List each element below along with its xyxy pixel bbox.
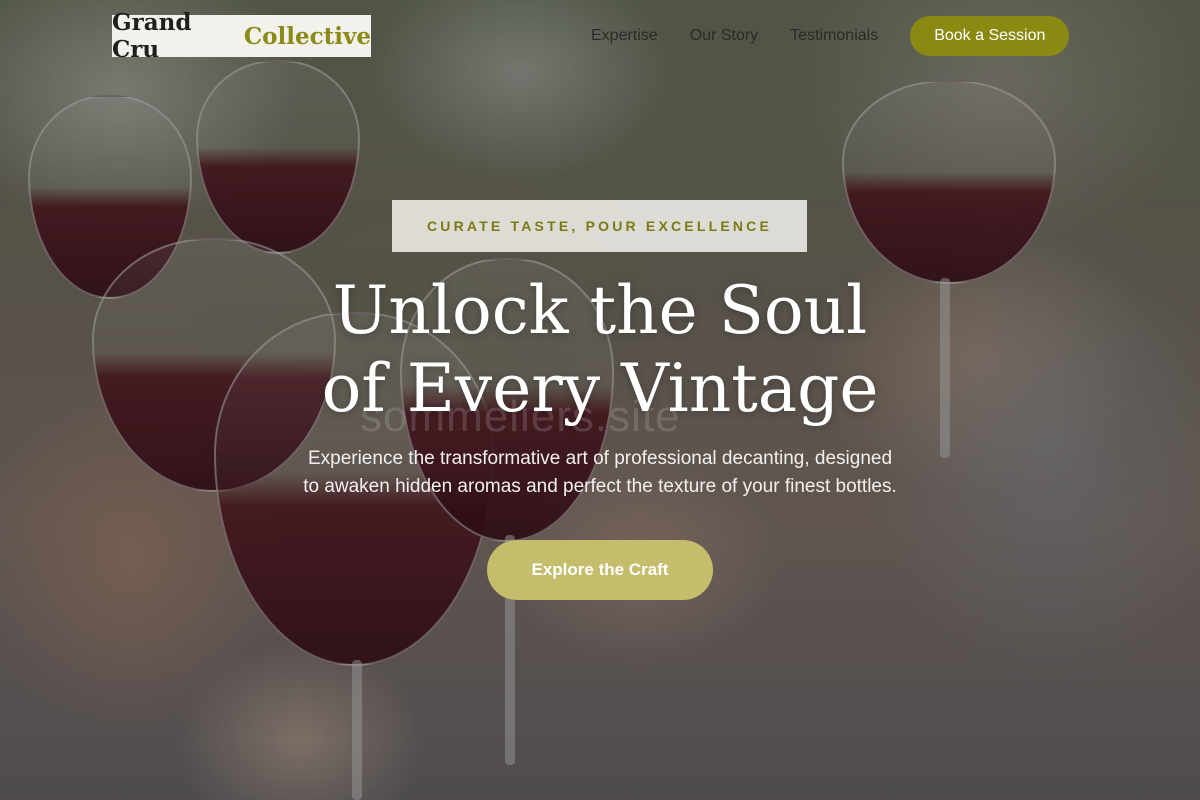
explore-craft-button[interactable]: Explore the Craft [487, 540, 713, 600]
book-session-button[interactable]: Book a Session [910, 16, 1070, 56]
brand-logo[interactable]: Grand Cru Collective [112, 9, 371, 63]
nav-link-our-story[interactable]: Our Story [690, 27, 758, 45]
hero-title-line-1: Unlock the Soul [332, 272, 868, 349]
hero-subtitle-line-2: to awaken hidden aromas and perfect the … [303, 476, 897, 497]
hero-eyebrow-badge: CURATE TASTE, POUR EXCELLENCE [392, 200, 807, 252]
nav-link-testimonials[interactable]: Testimonials [790, 27, 878, 45]
logo-text-accent: Collective [243, 22, 371, 50]
hero-subtitle: Experience the transformative art of pro… [0, 445, 1200, 501]
main-nav: Expertise Our Story Testimonials Book a … [591, 16, 1070, 56]
landing-page: Grand Cru Collective Expertise Our Story… [0, 0, 1200, 800]
logo-text-main: Grand Cru [112, 9, 192, 63]
hero-title: Unlock the Soul of Every Vintage [0, 272, 1200, 428]
hero-title-line-2: of Every Vintage [321, 350, 879, 427]
hero-subtitle-line-1: Experience the transformative art of pro… [307, 448, 893, 469]
nav-link-expertise[interactable]: Expertise [591, 27, 658, 45]
